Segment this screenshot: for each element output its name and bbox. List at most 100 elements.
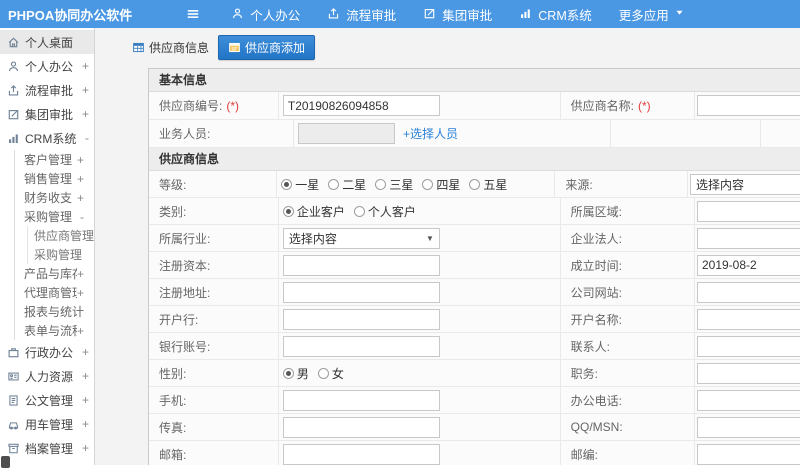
sidebar-item-2[interactable]: 流程审批 +: [0, 78, 94, 102]
field-label-cell: 联系人:: [561, 333, 695, 359]
section-header: 供应商信息: [149, 148, 800, 171]
gender-radio-1[interactable]: 女: [317, 365, 344, 382]
sidebar-item-8[interactable]: 采购管理 -: [0, 207, 94, 226]
tab-supplier-add[interactable]: 供应商添加: [218, 35, 316, 60]
sales-person-input[interactable]: [298, 123, 395, 144]
sidebar-item-label: 人力资源: [25, 369, 74, 384]
sidebar-item-16[interactable]: 人力资源 +: [0, 364, 94, 388]
level-radio-0[interactable]: 一星: [281, 176, 319, 193]
sidebar-item-7[interactable]: 财务收支 +: [0, 188, 94, 207]
level-radio-3[interactable]: 四星: [422, 176, 460, 193]
sidebar-item-12[interactable]: 代理商管理+: [0, 283, 94, 302]
sidebar-item-5[interactable]: 客户管理 +: [0, 150, 94, 169]
nav-item-3[interactable]: 集团审批: [417, 0, 498, 28]
email-input[interactable]: [282, 443, 440, 465]
sidebar-item-15[interactable]: 行政办公 +: [0, 340, 94, 364]
form-row: 性别: 男女职务:: [149, 360, 800, 387]
supplier-code-input[interactable]: [282, 95, 440, 116]
radio-button[interactable]: [422, 178, 434, 190]
sales-person-picker-link[interactable]: +选择人员: [403, 125, 458, 142]
sidebar-item-14[interactable]: 表单与流程设置+: [0, 321, 94, 340]
radio-button[interactable]: [375, 178, 387, 190]
fax-input[interactable]: [282, 416, 440, 438]
level-radio-1[interactable]: 二星: [328, 176, 366, 193]
field-label-cell: 邮箱:: [149, 441, 279, 465]
contact-person-input[interactable]: [696, 335, 800, 357]
hamburger-menu-button[interactable]: [176, 0, 210, 28]
nav-item-5[interactable]: 更多应用: [613, 0, 694, 28]
field-label-cell: 成立时间:: [561, 252, 695, 278]
sidebar-item-1[interactable]: 个人办公 +: [0, 54, 94, 78]
category-radio-0[interactable]: 企业客户: [282, 203, 345, 220]
founded-date-input[interactable]: [696, 254, 800, 276]
sidebar-item-label: 个人桌面: [25, 35, 74, 50]
nav-item-2[interactable]: 流程审批: [321, 0, 402, 28]
sidebar-item-label: 客户管理: [24, 153, 73, 167]
radio-button[interactable]: [282, 205, 294, 217]
supplier-code-label: 供应商编号:: [159, 99, 223, 113]
form-row: 传真: QQ/MSN:: [149, 414, 800, 441]
form-row: 类别: 企业客户 个人客户 所属区域:: [149, 198, 800, 225]
office-phone-input[interactable]: [696, 389, 800, 411]
radio-button[interactable]: [353, 205, 365, 217]
sidebar-item-label: 公文管理: [25, 393, 74, 408]
field-label-cell: 手机:: [149, 387, 279, 413]
radio-label: 四星: [436, 177, 461, 192]
mobile-input[interactable]: [282, 389, 440, 411]
field-input-cell: 选择内容 ▼: [279, 225, 561, 251]
table-icon: [132, 41, 145, 54]
sidebar-item-6[interactable]: 销售管理 +: [0, 169, 94, 188]
nav-item-4[interactable]: CRM系统: [513, 0, 597, 28]
zip-code-input[interactable]: [696, 443, 800, 465]
level-radio-2[interactable]: 三星: [375, 176, 413, 193]
registered-capital-input[interactable]: [282, 254, 440, 276]
bank-account-input[interactable]: [282, 335, 440, 357]
industry-select[interactable]: 选择内容 ▼: [282, 227, 440, 249]
sidebar-item-17[interactable]: 公文管理 +: [0, 388, 94, 412]
radio-button[interactable]: [328, 178, 340, 190]
sidebar-item-label: 财务收支: [24, 191, 73, 205]
sidebar-item-18[interactable]: 用车管理 +: [0, 412, 94, 436]
email-label: 邮箱:: [159, 447, 187, 462]
region-label: 所属区域:: [570, 204, 623, 219]
expand-plus-icon: +: [76, 323, 84, 338]
radio-button[interactable]: [317, 367, 329, 379]
account-name-input[interactable]: [696, 308, 800, 330]
sidebar-item-9[interactable]: 供应商管理: [0, 226, 94, 245]
field-label-cell: 办公电话:: [561, 387, 695, 413]
sidebar-item-3[interactable]: 集团审批 +: [0, 102, 94, 126]
region-input[interactable]: [696, 200, 800, 222]
home-icon: [7, 36, 20, 49]
bank-name-input[interactable]: [282, 308, 440, 330]
legal-person-input[interactable]: [696, 227, 800, 249]
registered-address-input[interactable]: [282, 281, 440, 303]
tab-label: 供应商信息: [149, 41, 210, 55]
supplier-name-input[interactable]: [696, 95, 800, 116]
sidebar-item-label: 采购管理: [24, 210, 73, 224]
job-title-input[interactable]: [696, 362, 800, 384]
radio-button[interactable]: [282, 367, 294, 379]
sidebar-item-0[interactable]: 个人桌面: [0, 30, 94, 54]
nav-item-1[interactable]: 个人办公: [225, 0, 306, 28]
radio-button[interactable]: [281, 178, 293, 190]
sidebar-item-4[interactable]: CRM系统 -: [0, 126, 94, 150]
sidebar-item-13[interactable]: 报表与统计: [0, 302, 94, 321]
form-row: 邮箱: 邮编:: [149, 441, 800, 465]
qq-msn-input[interactable]: [696, 416, 800, 438]
website-input[interactable]: [696, 281, 800, 303]
source-select[interactable]: 选择内容▼: [690, 173, 800, 195]
edit-icon: [7, 108, 20, 121]
category-radio-1[interactable]: 个人客户: [353, 203, 416, 220]
gender-radio-0[interactable]: 男: [282, 365, 309, 382]
registered-capital-label: 注册资本:: [159, 258, 211, 273]
radio-button[interactable]: [469, 178, 481, 190]
registered-address-label: 注册地址:: [159, 285, 211, 300]
sidebar-item-11[interactable]: 产品与库存+: [0, 264, 94, 283]
sidebar-item-10[interactable]: 采购管理: [0, 245, 94, 264]
expand-plus-icon: +: [81, 417, 89, 431]
level-radio-4[interactable]: 五星: [469, 176, 507, 193]
expand-plus-icon: +: [76, 152, 84, 167]
tab-supplier-list[interactable]: 供应商信息: [132, 39, 209, 56]
sidebar-item-19[interactable]: 档案管理 +: [0, 436, 94, 460]
expand-plus-icon: +: [81, 441, 89, 455]
